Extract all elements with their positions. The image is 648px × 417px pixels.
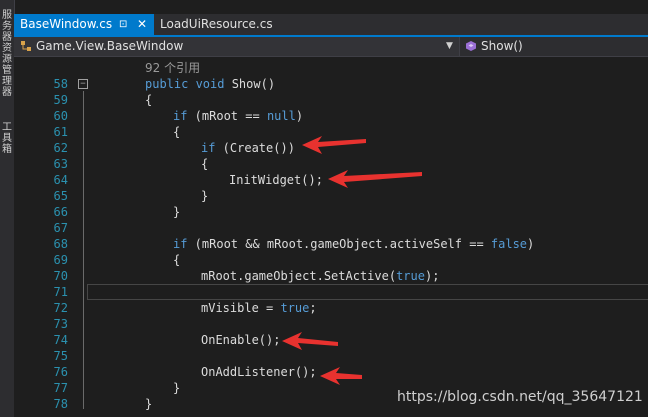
line-number: 64 [53, 173, 68, 187]
line-number: 73 [53, 317, 68, 331]
line-number: 76 [53, 365, 68, 379]
code-text: { [145, 93, 153, 107]
code-line: 59 { [14, 92, 648, 108]
line-number: 70 [53, 269, 68, 283]
code-text: OnAddListener(); [201, 365, 317, 379]
annotation-arrow [320, 367, 362, 385]
line-number: 74 [53, 333, 68, 347]
class-icon [21, 41, 31, 51]
annotation-arrow [328, 170, 422, 188]
type-dropdown[interactable]: Game.View.BaseWindow ▼ [14, 37, 460, 56]
document-tab-bar: BaseWindow.cs ⊡ ✕ LoadUiResource.cs [14, 14, 648, 37]
annotation-arrow [302, 136, 366, 154]
tab-label: BaseWindow.cs [20, 17, 113, 31]
line-number: 69 [53, 253, 68, 267]
code-text: { [201, 157, 209, 171]
watermark-url: https://blog.csdn.net/qq_35647121 [397, 389, 643, 405]
tab-loaduiresource[interactable]: LoadUiResource.cs [160, 14, 300, 35]
line-number: 65 [53, 189, 68, 203]
left-tool-strip: 服务器资源管理器 工具箱 [0, 0, 15, 417]
code-text: } [201, 189, 209, 203]
line-number: 72 [53, 301, 68, 315]
pin-icon[interactable]: ⊡ [119, 14, 127, 35]
close-icon[interactable]: ✕ [137, 14, 147, 35]
code-line: 70 mRoot.gameObject.SetActive(true); [14, 268, 648, 284]
collapse-icon[interactable]: − [78, 79, 88, 89]
code-line: 68 if (mRoot && mRoot.gameObject.activeS… [14, 236, 648, 252]
toolbox-tab[interactable]: 工具箱 [1, 122, 13, 155]
line-number: 75 [53, 349, 68, 363]
line-number: 67 [53, 221, 68, 235]
code-text: } [145, 397, 153, 411]
code-text: if (mRoot && mRoot.gameObject.activeSelf… [173, 237, 535, 251]
code-text: mRoot.gameObject.SetActive(true); [201, 269, 440, 283]
member-dropdown-value: Show() [481, 39, 523, 53]
code-text: if (Create()) [201, 141, 295, 155]
code-editor[interactable]: 92 个引用 58 − public void Show() 59 { 60 i… [14, 57, 648, 417]
code-line: 65 } [14, 188, 648, 204]
line-number: 78 [53, 397, 68, 411]
code-line: 72 mVisible = true; [14, 300, 648, 316]
annotation-arrow [282, 332, 338, 350]
code-text: if (mRoot == null) [173, 109, 304, 123]
line-number: 71 [53, 285, 68, 299]
type-dropdown-value: Game.View.BaseWindow [36, 39, 184, 53]
line-number: 63 [53, 157, 68, 171]
member-dropdown[interactable]: Show() [461, 37, 648, 56]
line-number: 61 [53, 125, 68, 139]
line-number: 68 [53, 237, 68, 251]
codelens-references[interactable]: 92 个引用 [145, 61, 200, 75]
line-number: 66 [53, 205, 68, 219]
code-line: 69 { [14, 252, 648, 268]
code-line: 60 if (mRoot == null) [14, 108, 648, 124]
tab-label: LoadUiResource.cs [160, 17, 273, 31]
tab-basewindow[interactable]: BaseWindow.cs ⊡ ✕ [14, 14, 154, 35]
code-text: mVisible = true; [201, 301, 317, 315]
code-text: } [173, 381, 181, 395]
navigation-bar: Game.View.BaseWindow ▼ Show() [14, 37, 648, 57]
method-icon [466, 41, 476, 51]
code-text: { [173, 125, 181, 139]
chevron-down-icon: ▼ [446, 41, 453, 51]
server-explorer-tab[interactable]: 服务器资源管理器 [1, 10, 13, 98]
code-line: 71 [14, 284, 648, 300]
line-number: 62 [53, 141, 68, 155]
code-line: 66 } [14, 204, 648, 220]
code-line: 67 [14, 220, 648, 236]
code-line: 58 − public void Show() [14, 76, 648, 92]
code-text: { [173, 253, 181, 267]
code-text: public void Show() [145, 77, 276, 91]
line-number: 77 [53, 381, 68, 395]
line-number: 60 [53, 109, 68, 123]
line-number: 59 [53, 93, 68, 107]
code-text: OnEnable(); [201, 333, 281, 347]
code-text: } [173, 205, 181, 219]
code-text: InitWidget(); [229, 173, 323, 187]
line-number: 58 [53, 77, 68, 91]
